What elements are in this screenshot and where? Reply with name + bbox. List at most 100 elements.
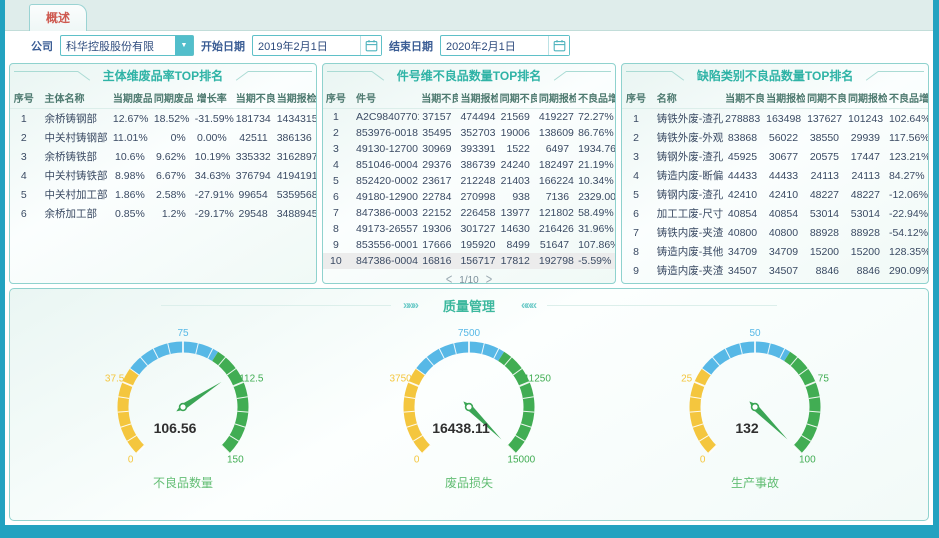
table-cell: 376794 (234, 166, 275, 185)
table-cell: 6497 (537, 141, 576, 157)
table-cell: 2329.00% (576, 189, 615, 205)
table-row[interactable]: 3铸钢外废-渣孔45925306772057517447123.21% (622, 147, 928, 166)
table-row[interactable]: 8铸造内废-其他34709347091520015200128.35% (622, 242, 928, 261)
table-cell: 853556-0001 (349, 237, 419, 253)
table-row[interactable]: 7847386-0003221522264581397712180258.49% (323, 205, 616, 221)
table-row[interactable]: 6余桥加工部0.85%1.2%-29.17%295483488945 (10, 204, 316, 223)
table-row[interactable]: 9铸造内废-夹渣砂345073450788468846290.09% (622, 261, 928, 280)
table-row[interactable]: 5中关村加工部1.86%2.58%-27.91%996545359568 (10, 185, 316, 204)
table-row[interactable]: 649180-129002278427099893871362329.00% (323, 189, 616, 205)
table-cell: 37157 (419, 109, 458, 126)
table-cell: 4 (10, 166, 38, 185)
table-cell: 2 (622, 128, 650, 147)
table-cell: 166224 (537, 173, 576, 189)
table-cell: 102.64% (887, 109, 928, 129)
card-title: 缺陷类别不良品数量TOP排名 (687, 64, 863, 84)
company-select[interactable]: 科华控股股份有限 ▼ (60, 35, 194, 56)
table-cell: 3 (10, 147, 38, 166)
table-cell: 7136 (537, 189, 576, 205)
table-cell: 8499 (498, 237, 537, 253)
start-date-input[interactable]: 2019年2月1日 (252, 35, 382, 56)
table-cell: 0.00% (193, 128, 234, 147)
table-partno-defects: 序号件号当期不良品数当期报检数同期不良品数同期报检数不良品增长率1A2C9840… (323, 86, 616, 283)
table-row[interactable]: 2铸铁外废-外观缺陷83868560223855029939117.56% (622, 128, 928, 147)
card-title-ribbon: 主体维废品率TOP排名 (10, 64, 316, 86)
table-cell: 35495 (419, 125, 458, 141)
table-cell: 216426 (537, 221, 576, 237)
table-cell: 3162897 (275, 147, 316, 166)
table-cell: 53014 (805, 204, 846, 223)
table-row[interactable]: 10847386-00041681615671717812192798-5.59… (323, 253, 616, 269)
table-cell: 121802 (537, 205, 576, 221)
table-cell: 163498 (764, 109, 805, 129)
table-cell: 847386-0004 (349, 253, 419, 269)
table-cell: 44433 (764, 166, 805, 185)
table-cell: 9.62% (152, 147, 193, 166)
table-cell: 29376 (419, 157, 458, 173)
chevrons-left-icon: ««« (521, 298, 535, 312)
table-cell: 10.34% (576, 173, 615, 189)
calendar-icon[interactable] (360, 36, 381, 55)
table-cell: 474494 (458, 109, 497, 126)
end-date-input[interactable]: 2020年2月1日 (440, 35, 570, 56)
table-cell: 10.19% (193, 147, 234, 166)
card-title: 件号维不良品数量TOP排名 (387, 64, 551, 84)
gauge-axis-label: 75 (177, 328, 189, 339)
chevron-down-icon[interactable]: ▼ (175, 36, 193, 55)
table-row[interactable]: 9853556-000117666195920849951647107.86% (323, 237, 616, 253)
table-row[interactable]: 2中关村铸钢部11.01%0%0.00%42511386136 (10, 128, 316, 147)
table-row[interactable]: 849173-26557193063017271463021642631.96% (323, 221, 616, 237)
table-cell: 41972 (805, 280, 846, 283)
table-row[interactable]: 4铸造内废-断偏芯4443344433241132411384.27% (622, 166, 928, 185)
gauge-axis-label: 25 (681, 374, 693, 385)
table-row[interactable]: 3余桥铸铁部10.6%9.62%10.19%3353323162897 (10, 147, 316, 166)
pagination: <1/10 > (323, 269, 616, 283)
table-row[interactable]: 1铸铁外废-渣孔278883163498137627101243102.64% (622, 109, 928, 129)
gauge-axis-label: 75 (818, 374, 830, 385)
table-cell: 4 (323, 157, 349, 173)
gauge-title: 不良品数量 (153, 474, 213, 491)
table-cell: 6.67% (152, 166, 193, 185)
table-cell: 386739 (458, 157, 497, 173)
table-row[interactable]: 4中关村铸铁部8.98%6.67%34.63%3767944194191 (10, 166, 316, 185)
card-partno-defects: 件号维不良品数量TOP排名 序号件号当期不良品数当期报检数同期不良品数同期报检数… (322, 63, 617, 284)
table-row[interactable]: 1A2C98407701371574744942156941922772.27% (323, 109, 616, 126)
table-row[interactable]: 10铸铁外废-气孔2562515533419729260-38.95% (622, 280, 928, 283)
gauges-row: 037.575112.5150106.56 不良品数量 037507500112… (10, 317, 928, 520)
table-row[interactable]: 5852420-0002236172122482140316622410.34% (323, 173, 616, 189)
next-page-icon[interactable]: > (486, 272, 492, 283)
table-cell: 13977 (498, 205, 537, 221)
table-cell: 9260 (846, 280, 887, 283)
table-row[interactable]: 4851046-0004293763867392424018249721.19% (323, 157, 616, 173)
table-row[interactable]: 7铸铁内废-夹渣砂40800408008892888928-54.12% (622, 223, 928, 242)
table-cell: 16816 (419, 253, 458, 269)
table-cell: 0.85% (111, 204, 152, 223)
table-cell: 40854 (764, 204, 805, 223)
gauge-chart: 037507500112501500016438.11 (369, 319, 569, 476)
table-cell: 25625 (723, 280, 764, 283)
table-cell: 5 (323, 173, 349, 189)
table-cell: 中关村加工部 (38, 185, 111, 204)
table-cell: 83868 (723, 128, 764, 147)
table-row[interactable]: 349130-1270030969393391152264971934.76% (323, 141, 616, 157)
table-cell: 42511 (234, 128, 275, 147)
data-table: 序号件号当期不良品数当期报检数同期不良品数同期报检数不良品增长率1A2C9840… (323, 86, 616, 269)
calendar-icon[interactable] (548, 36, 569, 55)
page-indicator: 1/10 (459, 275, 478, 284)
table-cell: 3 (323, 141, 349, 157)
gauge-svg: 037.575112.5150106.56 (83, 319, 283, 471)
tab-overview[interactable]: 概述 (29, 4, 87, 31)
top-cards-row: 主体维废品率TOP排名 序号主体名称当期废品率同期废品率增长率当期不良品数当期报… (5, 60, 933, 286)
table-row[interactable]: 1余桥铸钢部12.67%18.52%-31.59%1817341434315 (10, 109, 316, 129)
table-cell: 24240 (498, 157, 537, 173)
table-cell: 17666 (419, 237, 458, 253)
table-row[interactable]: 5铸钢内废-渣孔42410424104822748227-12.06% (622, 185, 928, 204)
prev-page-icon[interactable]: < (446, 272, 452, 283)
table-row[interactable]: 2853976-0018354953527031900613860986.76% (323, 125, 616, 141)
table-cell: 31.96% (576, 221, 615, 237)
gauge-production-accidents: 0255075100132 生产事故 (645, 319, 865, 491)
table-cell: 19006 (498, 125, 537, 141)
column-header: 同期报检数 (846, 86, 887, 109)
table-row[interactable]: 6加工工废-尺寸超差40854408545301453014-22.94% (622, 204, 928, 223)
table-cell: 8 (622, 242, 650, 261)
